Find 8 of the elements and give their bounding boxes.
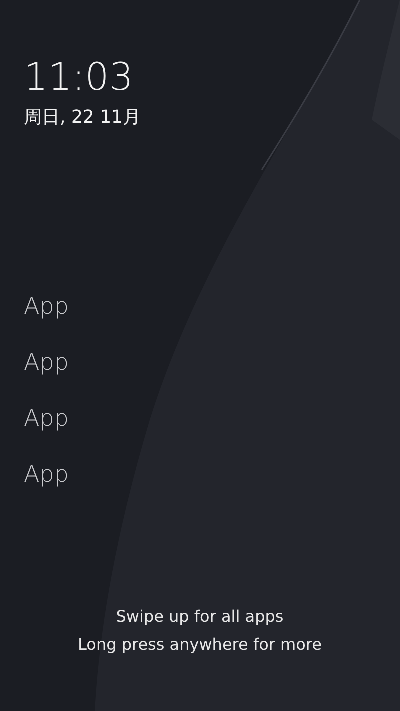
app-label[interactable]: App [24,346,69,380]
app-label[interactable]: App [24,402,69,436]
hint-text: Long press anywhere for more [78,634,322,656]
date-text: 周日, 22 11月 [24,106,141,130]
app-label[interactable]: App [24,290,69,324]
hint-text: Swipe up for all apps [116,606,284,628]
app-label[interactable]: App [24,458,69,492]
clock-time: 11:03 [24,54,134,100]
